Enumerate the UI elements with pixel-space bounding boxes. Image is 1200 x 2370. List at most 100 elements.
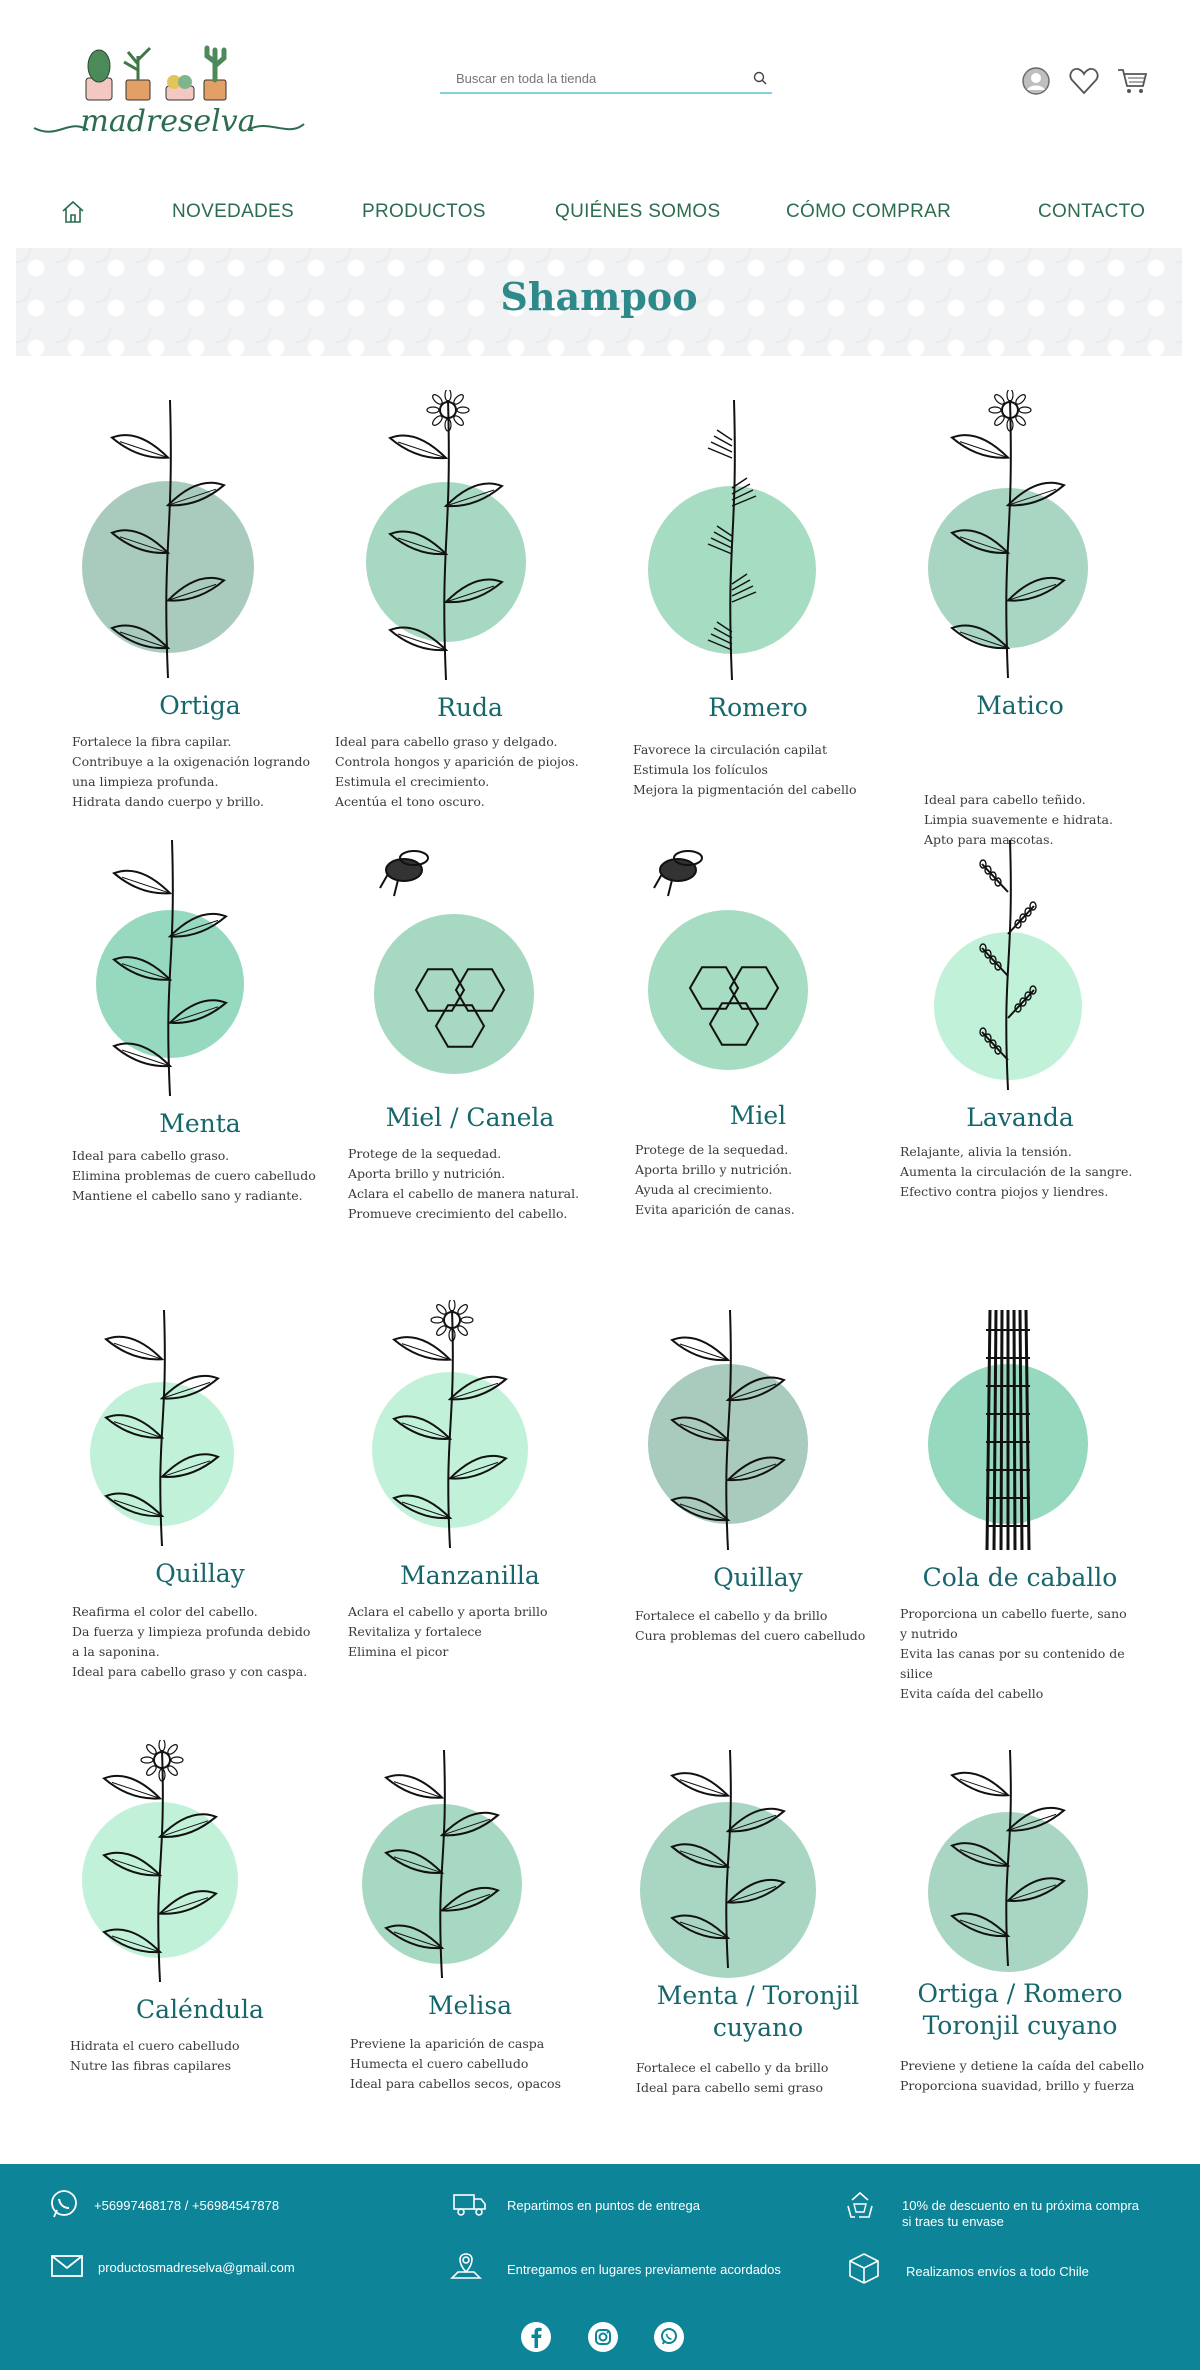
benefit-item: Limpia suavemente e hidrata.	[924, 812, 1113, 827]
product-title[interactable]: Lavanda	[880, 1102, 1160, 1134]
whatsapp-social-icon[interactable]	[654, 2322, 684, 2352]
facebook-icon[interactable]	[521, 2322, 551, 2352]
benefit-item: Fortalece el cabello y da brillo	[635, 1608, 828, 1623]
search-input[interactable]	[440, 64, 730, 92]
product-benefits: Fortalece el cabello y da brillo Cura pro…	[635, 1606, 865, 1646]
benefit-item: Proporciona suavidad, brillo y fuerza	[900, 2078, 1135, 2093]
herb-illustration	[96, 839, 244, 1097]
benefit-item: Protege de la sequedad.	[635, 1142, 789, 1157]
benefit-item: Fortalece la fibra capilar.	[72, 734, 232, 749]
product-benefits: Previene la aparición de caspa Humecta el…	[350, 2034, 561, 2094]
herb-illustration	[648, 1309, 808, 1551]
herb-illustration	[640, 1749, 816, 1978]
herb-circle	[374, 914, 534, 1074]
benefit-item: Previene y detiene la caída del cabello	[900, 2058, 1144, 2073]
benefit-item: Humecta el cuero cabelludo	[350, 2056, 529, 2071]
main-nav: NOVEDADES PRODUCTOS QUIÉNES SOMOS CÓMO C…	[0, 195, 1200, 231]
benefit-item: Ideal para cabello graso y delgado.	[335, 734, 558, 749]
nav-quienes-somos[interactable]: QUIÉNES SOMOS	[555, 201, 720, 223]
herb-circle	[648, 910, 808, 1070]
cart-icon[interactable]	[1116, 65, 1148, 97]
logo[interactable]: madreselva	[28, 28, 308, 148]
benefit-item: Ideal para cabello graso y con caspa.	[72, 1664, 308, 1679]
nav-como-comprar[interactable]: CÓMO COMPRAR	[786, 201, 951, 223]
heart-icon[interactable]	[1068, 65, 1100, 97]
benefit-item: Estimula el crecimiento.	[335, 774, 490, 789]
product-title[interactable]: Cola de caballo	[880, 1562, 1160, 1594]
herb-illustration	[928, 1309, 1088, 1551]
product-benefits: Favorece la circulación capilat Estimula…	[633, 740, 857, 800]
herb-illustration	[82, 399, 254, 679]
benefit-item: Proporciona un cabello fuerte, sano y nu…	[900, 1606, 1127, 1641]
benefit-item: Hidrata dando cuerpo y brillo.	[72, 794, 264, 809]
footer-delivery-points: Repartimos en puntos de entrega	[507, 2198, 700, 2213]
product-title[interactable]: Romero	[618, 692, 898, 724]
product-benefits: Previene y detiene la caída del cabello P…	[900, 2056, 1144, 2096]
herb-illustration	[934, 839, 1082, 1091]
email-icon	[50, 2250, 86, 2282]
product-benefits: Protege de la sequedad. Aporta brillo y n…	[348, 1144, 579, 1224]
recycle-icon	[842, 2190, 878, 2222]
herb-illustration	[648, 399, 816, 681]
category-banner: Shampoo	[16, 248, 1182, 356]
benefit-item: Nutre las fibras capilares	[70, 2058, 232, 2073]
page-title: Shampoo	[500, 274, 698, 319]
benefit-item: Aclara el cabello de manera natural.	[348, 1186, 580, 1201]
herb-circle	[648, 486, 816, 654]
benefit-item: Ideal para cabello teñido.	[924, 792, 1086, 807]
product-benefits: Aclara el cabello y aporta brillo Revital…	[348, 1602, 548, 1662]
benefit-item: Previene la aparición de caspa	[350, 2036, 545, 2051]
nav-contacto[interactable]: CONTACTO	[1038, 201, 1145, 223]
product-title[interactable]: Matico	[880, 690, 1160, 722]
product-title[interactable]: Miel	[618, 1100, 898, 1132]
benefit-item: Evita las canas por su contenido de sili…	[900, 1646, 1125, 1681]
whatsapp-icon	[48, 2188, 84, 2220]
product-benefits: Relajante, alivia la tensión. Aumenta la …	[900, 1142, 1132, 1202]
product-benefits: Fortalece el cabello y da brillo Ideal pa…	[636, 2058, 828, 2098]
benefit-item: Elimina problemas de cuero cabelludo	[72, 1168, 316, 1183]
nav-novedades[interactable]: NOVEDADES	[172, 201, 294, 223]
product-title[interactable]: Menta	[60, 1108, 340, 1140]
product-title[interactable]: Manzanilla	[330, 1560, 610, 1592]
herb-illustration	[366, 390, 526, 681]
product-title[interactable]: Ortiga / Romero Toronjil cuyano	[880, 1978, 1160, 2042]
site-footer: +56997468178 / +56984547878 productosmad…	[0, 2164, 1200, 2370]
nav-productos[interactable]: PRODUCTOS	[362, 201, 486, 223]
product-title[interactable]: Quillay	[60, 1558, 340, 1590]
benefit-item: Fortalece el cabello y da brillo	[636, 2060, 829, 2075]
footer-phones[interactable]: +56997468178 / +56984547878	[94, 2198, 279, 2213]
product-title[interactable]: Quillay	[618, 1562, 898, 1594]
benefit-item: Controla hongos y aparición de piojos.	[335, 754, 579, 769]
user-icon[interactable]	[1020, 65, 1052, 97]
benefit-item: Ideal para cabello graso.	[72, 1148, 230, 1163]
product-benefits: Reafirma el color del cabello. Da fuerza…	[72, 1602, 310, 1682]
product-title[interactable]: Miel / Canela	[330, 1102, 610, 1134]
benefit-item: Mejora la pigmentación del cabello	[633, 782, 857, 797]
footer-email[interactable]: productosmadreselva@gmail.com	[98, 2260, 295, 2275]
herb-illustration	[82, 1740, 238, 1983]
benefit-item: Aporta brillo y nutrición.	[635, 1162, 793, 1177]
benefit-item: Cura problemas del cuero cabelludo	[635, 1628, 866, 1643]
benefit-item: Elimina el picor	[348, 1644, 449, 1659]
search-icon[interactable]	[752, 70, 768, 86]
product-title[interactable]: Menta / Toronjil cuyano	[618, 1980, 898, 2044]
benefit-item: Contribuye a la oxigenación logrando una…	[72, 754, 311, 789]
herb-illustration	[372, 1300, 528, 1549]
benefit-item: Relajante, alivia la tensión.	[900, 1144, 1072, 1159]
benefit-item: Evita caída del cabello	[900, 1686, 1044, 1701]
benefit-item: Ideal para cabello semi graso	[636, 2080, 823, 2095]
instagram-icon[interactable]	[588, 2322, 618, 2352]
product-title[interactable]: Caléndula	[60, 1994, 340, 2026]
product-title[interactable]: Ortiga	[60, 690, 340, 722]
benefit-item: Ideal para cabellos secos, opacos	[350, 2076, 561, 2091]
product-title[interactable]: Melisa	[330, 1990, 610, 2022]
header-actions	[1020, 64, 1148, 98]
home-icon[interactable]	[60, 199, 86, 225]
search-bar	[440, 64, 772, 94]
product-title[interactable]: Ruda	[330, 692, 610, 724]
benefit-item: Protege de la sequedad.	[348, 1146, 502, 1161]
svg-text:madreselva: madreselva	[80, 104, 255, 139]
benefit-item: Mantiene el cabello sano y radiante.	[72, 1188, 303, 1203]
footer-delivery-agreed: Entregamos en lugares previamente acorda…	[507, 2262, 781, 2277]
truck-icon	[452, 2188, 488, 2220]
